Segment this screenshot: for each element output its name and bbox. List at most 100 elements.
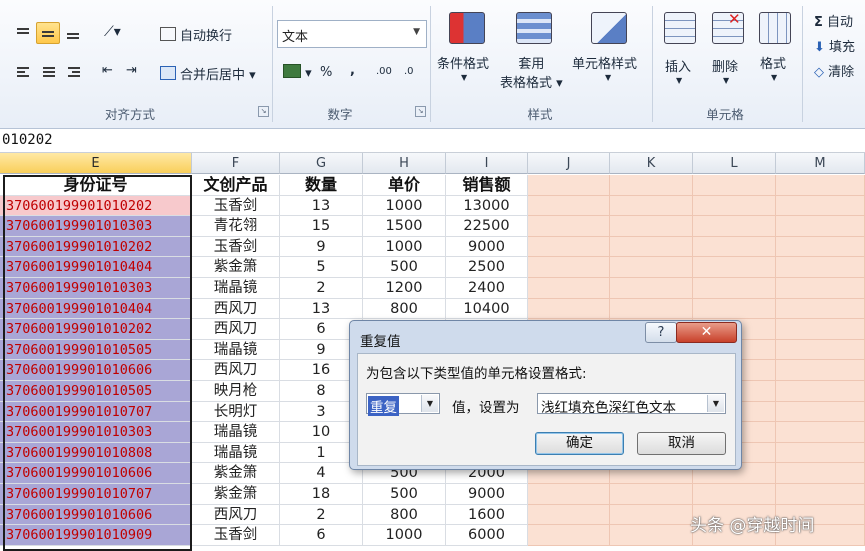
empty-cell[interactable] (776, 401, 865, 423)
id-cell[interactable]: 370600199901010303 (0, 422, 192, 443)
format-button[interactable]: 格式 (760, 53, 786, 72)
id-cell[interactable]: 370600199901010505 (0, 339, 192, 361)
empty-cell[interactable] (610, 525, 693, 546)
empty-cell[interactable] (528, 504, 610, 526)
decrease-decimal-button[interactable]: .0 (404, 66, 414, 77)
align-center-icon[interactable] (38, 62, 60, 82)
id-cell[interactable]: 370600199901010404 (0, 257, 192, 278)
table-cell[interactable]: 800 (363, 298, 446, 320)
column-header-f[interactable]: F (192, 153, 280, 174)
insert-icon[interactable] (664, 12, 696, 44)
close-icon[interactable]: ✕ (676, 322, 737, 343)
empty-cell[interactable] (610, 195, 693, 217)
empty-cell[interactable] (610, 236, 693, 258)
currency-icon[interactable]: ▾ (283, 64, 312, 81)
table-cell[interactable]: 瑞晶镜 (192, 422, 280, 443)
increase-decimal-button[interactable]: .00 (376, 66, 392, 77)
align-top-icon[interactable] (12, 22, 34, 42)
help-icon[interactable]: ? (645, 322, 677, 343)
column-header-h[interactable]: H (363, 153, 446, 174)
format-icon[interactable] (759, 12, 791, 44)
table-cell[interactable]: 玉香剑 (192, 195, 280, 217)
empty-cell[interactable] (528, 257, 610, 278)
table-format-icon[interactable] (516, 12, 552, 44)
wrap-text-button[interactable]: 自动换行 (160, 25, 232, 44)
insert-button[interactable]: 插入 (665, 56, 691, 75)
conditional-format-icon[interactable] (449, 12, 485, 44)
empty-cell[interactable] (610, 484, 693, 505)
empty-cell[interactable] (610, 504, 693, 526)
column-header-j[interactable]: J (528, 153, 610, 174)
table-cell[interactable]: 18 (280, 484, 363, 505)
table-cell[interactable]: 瑞晶镜 (192, 339, 280, 361)
comma-button[interactable]: , (350, 63, 355, 78)
table-cell[interactable]: 1600 (446, 504, 528, 526)
empty-cell[interactable] (776, 422, 865, 443)
header-cell[interactable]: 文创产品 (192, 175, 280, 196)
decrease-indent-icon[interactable]: ⇤ (102, 63, 113, 78)
empty-cell[interactable] (610, 278, 693, 299)
table-cell[interactable]: 紫金箫 (192, 463, 280, 484)
column-header-g[interactable]: G (280, 153, 363, 174)
header-cell[interactable]: 单价 (363, 175, 446, 196)
column-header-l[interactable]: L (693, 153, 776, 174)
empty-cell[interactable] (776, 195, 865, 217)
empty-cell[interactable] (776, 339, 865, 361)
table-cell[interactable]: 15 (280, 216, 363, 237)
empty-cell[interactable] (693, 236, 776, 258)
table-cell[interactable]: 22500 (446, 216, 528, 237)
table-cell[interactable]: 9 (280, 236, 363, 258)
empty-cell[interactable] (693, 257, 776, 278)
id-cell[interactable]: 370600199901010909 (0, 525, 192, 546)
id-cell[interactable]: 370600199901010202 (0, 319, 192, 340)
empty-cell[interactable] (693, 175, 776, 196)
table-cell[interactable]: 西风刀 (192, 298, 280, 320)
table-cell[interactable]: 西风刀 (192, 360, 280, 381)
table-cell[interactable]: 10400 (446, 298, 528, 320)
table-cell[interactable]: 2400 (446, 278, 528, 299)
conditional-format-button[interactable]: 条件格式 (437, 53, 489, 72)
empty-cell[interactable] (776, 319, 865, 340)
empty-cell[interactable] (528, 216, 610, 237)
table-cell[interactable]: 青花翎 (192, 216, 280, 237)
column-header-e[interactable]: E (0, 153, 192, 174)
table-cell[interactable]: 瑞晶镜 (192, 442, 280, 464)
autosum-button[interactable]: Σ 自动 (814, 11, 853, 30)
delete-button[interactable]: 删除 (712, 56, 738, 75)
table-cell[interactable]: 1500 (363, 216, 446, 237)
table-cell[interactable]: 6 (280, 525, 363, 546)
empty-cell[interactable] (776, 298, 865, 320)
table-cell[interactable]: 1200 (363, 278, 446, 299)
orientation-icon[interactable]: ⟋▾ (104, 24, 121, 40)
table-cell[interactable]: 1000 (363, 525, 446, 546)
empty-cell[interactable] (528, 278, 610, 299)
table-cell[interactable]: 13 (280, 195, 363, 217)
empty-cell[interactable] (528, 175, 610, 196)
empty-cell[interactable] (776, 257, 865, 278)
align-bottom-icon[interactable] (62, 22, 84, 42)
format-style-select[interactable]: 浅红填充色深红色文本 ▼ (537, 393, 726, 416)
id-cell[interactable]: 370600199901010606 (0, 463, 192, 484)
table-cell[interactable]: 玉香剑 (192, 525, 280, 546)
number-format-select[interactable]: 文本 ▼ (277, 20, 427, 48)
merge-center-button[interactable]: 合并后居中 ▾ (160, 64, 256, 83)
empty-cell[interactable] (693, 298, 776, 320)
number-launcher-icon[interactable]: ↘ (415, 106, 426, 117)
empty-cell[interactable] (776, 463, 865, 484)
column-header-m[interactable]: M (776, 153, 865, 174)
align-middle-icon[interactable] (36, 22, 60, 44)
table-cell[interactable]: 13000 (446, 195, 528, 217)
id-cell[interactable]: 370600199901010808 (0, 442, 192, 464)
empty-cell[interactable] (776, 442, 865, 464)
empty-cell[interactable] (610, 257, 693, 278)
alignment-launcher-icon[interactable]: ↘ (258, 106, 269, 117)
align-left-icon[interactable] (12, 62, 34, 82)
table-cell[interactable]: 瑞晶镜 (192, 278, 280, 299)
column-header-i[interactable]: I (446, 153, 528, 174)
table-cell[interactable]: 紫金箫 (192, 484, 280, 505)
table-cell[interactable]: 玉香剑 (192, 236, 280, 258)
id-cell[interactable]: 370600199901010202 (0, 236, 192, 258)
table-cell[interactable]: 1000 (363, 236, 446, 258)
id-cell[interactable]: 370600199901010707 (0, 484, 192, 505)
empty-cell[interactable] (528, 195, 610, 217)
